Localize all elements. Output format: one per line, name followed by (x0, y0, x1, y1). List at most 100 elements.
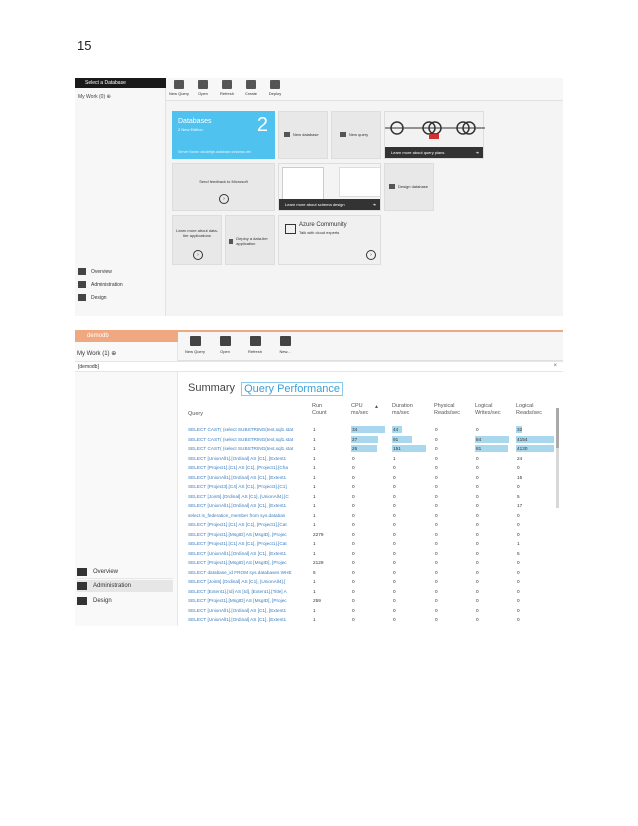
open-button[interactable]: Open (212, 336, 238, 354)
learn-data-tier-tile[interactable]: Learn more about data-tier applications … (172, 215, 222, 265)
metric-cell: 24 (517, 455, 523, 461)
metric-cell: 0 (476, 560, 479, 565)
metric-cell: 0 (517, 569, 520, 575)
metric-cell: 0 (393, 569, 396, 575)
folder-icon (198, 80, 208, 89)
metric-cell: 0 (352, 531, 355, 537)
table-row[interactable]: SELECT database_id FROM sys.databases WH… (188, 568, 558, 578)
nav-label: Administration (93, 583, 132, 589)
column-header-physical-reads[interactable]: Physical Reads/sec (434, 403, 468, 417)
metric-cell: 1 (313, 579, 316, 584)
metric-cell: 1 (393, 455, 396, 461)
new-query-button[interactable]: New Query (168, 80, 190, 96)
metric-cell: 0 (435, 550, 438, 556)
metric-cell: 0 (476, 541, 479, 546)
metric-cell: 1 (313, 465, 316, 470)
query-text-cell: SELECT [Project3].[C4] AS [C1], [Project… (188, 484, 287, 489)
metric-cell: 0 (435, 474, 438, 480)
metric-cell: 0 (517, 522, 520, 527)
query-text-cell: select is_federation_member from sys.dat… (188, 512, 286, 518)
nav-design[interactable]: Design (77, 595, 173, 607)
metric-cell: 0 (393, 512, 396, 518)
metric-cell: 0 (435, 569, 438, 575)
arrow-circle-icon: › (219, 194, 229, 204)
new-query-button[interactable]: New Query (182, 336, 208, 354)
table-row[interactable]: SELECT [UnionAll1].[Ordinal] AS [C1], [E… (188, 501, 558, 511)
learn-schema-link[interactable]: Learn more about schema design ➜ (279, 199, 380, 210)
close-icon[interactable]: × (553, 363, 557, 369)
tab-query-performance[interactable]: Query Performance (241, 382, 344, 396)
metric-cell: 0 (476, 474, 479, 480)
nav-overview[interactable]: Overview (78, 268, 112, 275)
databases-tile[interactable]: Databases 2 New Edition 2 Server Name: a… (172, 111, 275, 159)
table-row[interactable]: SELECT [Project1].[MsgID] AS [MsgID], [P… (188, 530, 558, 540)
database-tab[interactable]: demodb (75, 330, 189, 342)
query-text-cell: SELECT database_id FROM sys.databases WH… (188, 569, 292, 575)
metric-cell: 0 (435, 588, 438, 594)
metric-cell: 0 (435, 579, 438, 584)
create-icon (246, 80, 256, 89)
column-header-run-count[interactable]: Run Count (312, 403, 338, 417)
table-row[interactable]: SELECT [Project1].[C1] AS [C1], [Project… (188, 539, 558, 549)
table-row[interactable]: SELECT [UnionAll1].[Ordinal] AS [C1], [E… (188, 473, 558, 483)
deploy-button[interactable]: Deploy (264, 80, 286, 96)
new-button[interactable]: New... (272, 336, 298, 354)
arrow-circle-icon: › (193, 250, 203, 260)
schema-design-tile[interactable]: Learn more about schema design ➜ (278, 163, 381, 211)
send-feedback-tile[interactable]: Send feedback to Microsoft › (172, 163, 275, 211)
table-row[interactable]: SELECT [Join5].[Ordinal] AS [C1], [Union… (188, 492, 558, 502)
metric-cell: 0 (476, 569, 479, 575)
metric-cell: 0 (435, 484, 438, 489)
table-row[interactable]: SELECT [Extent1].[Id] AS [Id], [Extent1]… (188, 587, 558, 597)
table-row[interactable]: SELECT CAST( (select SUBSTRING(text,sql1… (188, 425, 558, 435)
learn-query-plans-link[interactable]: Learn more about query plans ➜ (385, 147, 483, 158)
table-row[interactable]: SELECT [Project1].[C1] AS [C1], [Project… (188, 520, 558, 530)
tab-summary[interactable]: Summary (188, 382, 235, 396)
azure-community-tile[interactable]: Azure Community Talk with cloud experts … (278, 215, 381, 265)
my-work-label[interactable]: My Work (1) ⊕ (77, 350, 116, 357)
sidebar: Overview Administration Design (75, 88, 166, 316)
column-header-duration[interactable]: Duration ms/sec (392, 403, 426, 417)
refresh-button[interactable]: Refresh (216, 80, 238, 96)
table-row[interactable]: SELECT [Project3].[C4] AS [C1], [Project… (188, 482, 558, 492)
create-button[interactable]: Create (240, 80, 262, 96)
scrollbar-thumb[interactable] (556, 408, 559, 448)
nav-administration[interactable]: Administration (77, 580, 173, 592)
table-row[interactable]: SELECT CAST( (select SUBSTRING(text,sql1… (188, 435, 558, 445)
new-query-tile[interactable]: New query (331, 111, 381, 159)
table-row[interactable]: SELECT [UnionAll1].[Ordinal] AS [C1], [E… (188, 606, 558, 616)
refresh-button[interactable]: Refresh (242, 336, 268, 354)
design-database-tile[interactable]: Design database (384, 163, 434, 211)
table-row[interactable]: select is_federation_member from sys.dat… (188, 511, 558, 521)
table-row[interactable]: SELECT [UnionAll1].[Ordinal] AS [C1], [E… (188, 454, 558, 464)
my-work-label[interactable]: My Work (0) ⊕ (78, 94, 111, 100)
table-row[interactable]: SELECT [Project1].[C1] AS [C1], [Project… (188, 463, 558, 473)
query-plans-tile[interactable]: Learn more about query plans ➜ (384, 111, 485, 159)
sort-arrow-icon: ▲ (374, 404, 379, 410)
deploy-data-tier-tile[interactable]: Deploy a data-tier application (225, 215, 275, 265)
metric-cell: 0 (517, 531, 520, 537)
table-row[interactable]: SELECT CAST( (select SUBSTRING(text,sql1… (188, 444, 558, 454)
open-button[interactable]: Open (192, 80, 214, 96)
query-text-cell: SELECT [UnionAll1].[Ordinal] AS [C1], [E… (188, 455, 287, 461)
table-row[interactable]: SELECT [Project1].[MsgID] AS [MsgID], [P… (188, 558, 558, 568)
table-row[interactable]: SELECT [UnionAll1].[Ordinal] AS [C1], [E… (188, 615, 558, 625)
select-database-screenshot: Overview Administration Design Select a … (75, 78, 563, 316)
metric-cell: 0 (435, 493, 438, 499)
column-header-logical-writes[interactable]: Logical Writes/sec (475, 403, 509, 417)
table-row[interactable]: SELECT [Project1].[MsgID] AS [MsgID], [P… (188, 596, 558, 606)
nav-overview[interactable]: Overview (77, 566, 173, 579)
table-row[interactable]: SELECT [UnionAll1].[Ordinal] AS [C1], [E… (188, 549, 558, 559)
column-header-logical-reads[interactable]: Logical Reads/sec (516, 403, 550, 417)
column-header-query[interactable]: Query (188, 411, 203, 418)
table-row[interactable]: SELECT [Join5].[Ordinal] AS [C1], [Union… (188, 577, 558, 587)
nav-design[interactable]: Design (78, 294, 107, 301)
nav-administration[interactable]: Administration (78, 281, 123, 288)
metric-cell: 0 (435, 617, 438, 622)
metric-cell: 0 (517, 607, 520, 613)
metric-cell: 0 (476, 455, 479, 461)
refresh-icon (249, 336, 261, 346)
new-database-tile[interactable]: New database (278, 111, 328, 159)
metric-cell: 0 (435, 427, 438, 432)
metric-cell: 0 (435, 522, 438, 527)
